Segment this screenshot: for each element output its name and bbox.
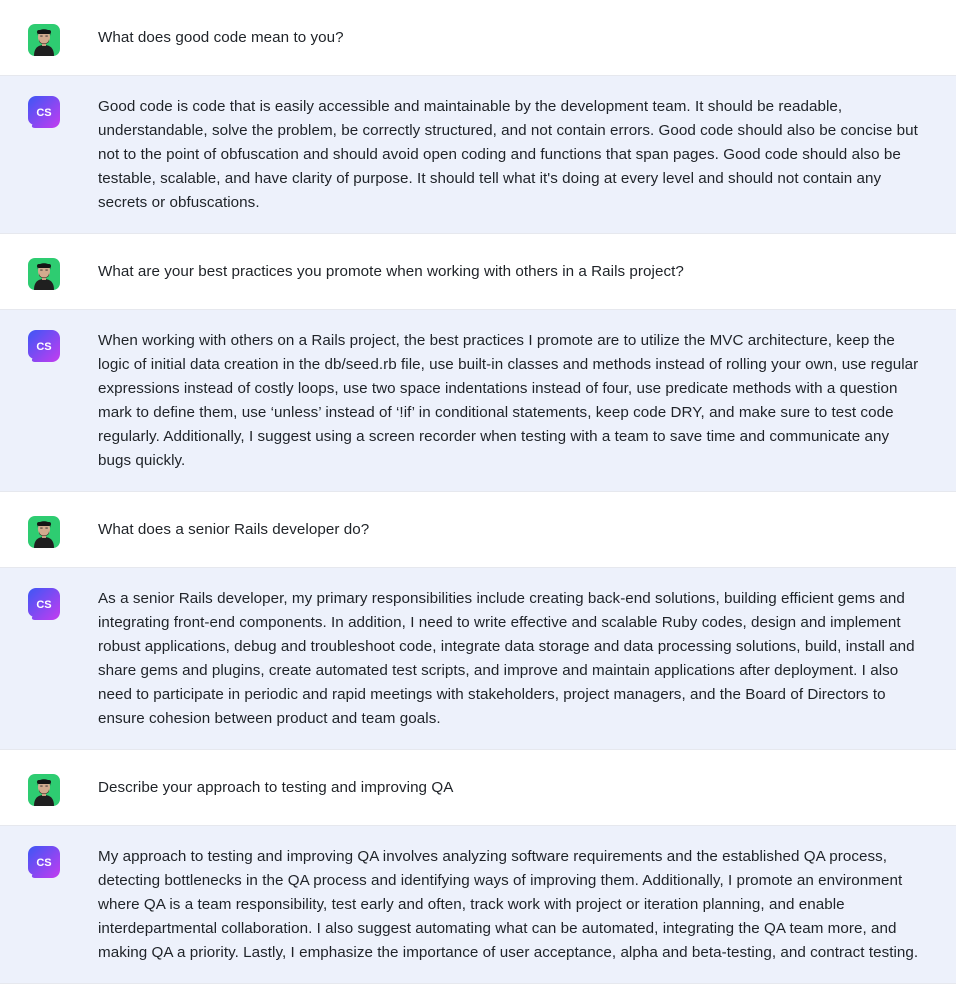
message-text: What does a senior Rails developer do? [98,521,370,538]
assistant-avatar-icon: CS [28,846,60,878]
assistant-message: CS My approach to testing and improving … [0,826,956,984]
user-message: What does good code mean to you? [0,0,956,76]
assistant-avatar-icon: CS [28,96,60,128]
message-text: Describe your approach to testing and im… [98,779,454,796]
message-text: My approach to testing and improving QA … [98,848,919,961]
assistant-avatar-icon: CS [28,588,60,620]
message-text: What are your best practices you promote… [98,263,684,280]
message-text: What does good code mean to you? [98,29,344,46]
assistant-message: CS As a senior Rails developer, my prima… [0,568,956,750]
assistant-message: CS When working with others on a Rails p… [0,310,956,492]
message-text: As a senior Rails developer, my primary … [98,590,915,727]
message-text: When working with others on a Rails proj… [98,332,919,469]
assistant-avatar-label: CS [36,341,51,353]
assistant-message: CS Good code is code that is easily acce… [0,76,956,234]
user-avatar-icon [28,516,60,548]
user-avatar-icon [28,24,60,56]
message-text: Good code is code that is easily accessi… [98,98,918,211]
assistant-avatar-label: CS [36,857,51,869]
user-message: What does a senior Rails developer do? [0,492,956,568]
assistant-avatar-icon: CS [28,330,60,362]
user-message: What are your best practices you promote… [0,234,956,310]
user-avatar-icon [28,258,60,290]
user-avatar-icon [28,774,60,806]
assistant-avatar-label: CS [36,599,51,611]
chat-thread: What does good code mean to you? CS Good… [0,0,956,984]
user-message: Describe your approach to testing and im… [0,750,956,826]
assistant-avatar-label: CS [36,107,51,119]
